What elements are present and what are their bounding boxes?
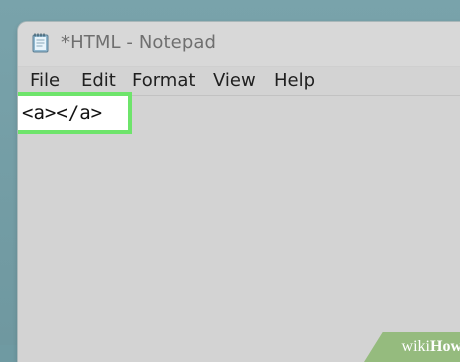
menu-file[interactable]: File: [30, 70, 60, 91]
notepad-window[interactable]: *HTML - Notepad File Edit Format View He…: [18, 22, 460, 362]
text-editor[interactable]: [18, 95, 460, 362]
logo-wiki-text: wiki: [401, 338, 430, 355]
window-title: *HTML - Notepad: [61, 32, 217, 53]
logo-how-text: How: [430, 338, 460, 355]
menu-help[interactable]: Help: [274, 70, 315, 91]
menu-view[interactable]: View: [213, 70, 256, 91]
highlighted-text-box: <a></a>: [18, 92, 132, 134]
menu-edit[interactable]: Edit: [81, 70, 116, 91]
editor-text[interactable]: <a></a>: [22, 102, 102, 124]
menu-format[interactable]: Format: [132, 70, 195, 91]
notepad-icon: [32, 33, 49, 53]
menu-bar: File Edit Format View Help: [18, 67, 460, 95]
window-titlebar[interactable]: *HTML - Notepad: [18, 22, 460, 66]
